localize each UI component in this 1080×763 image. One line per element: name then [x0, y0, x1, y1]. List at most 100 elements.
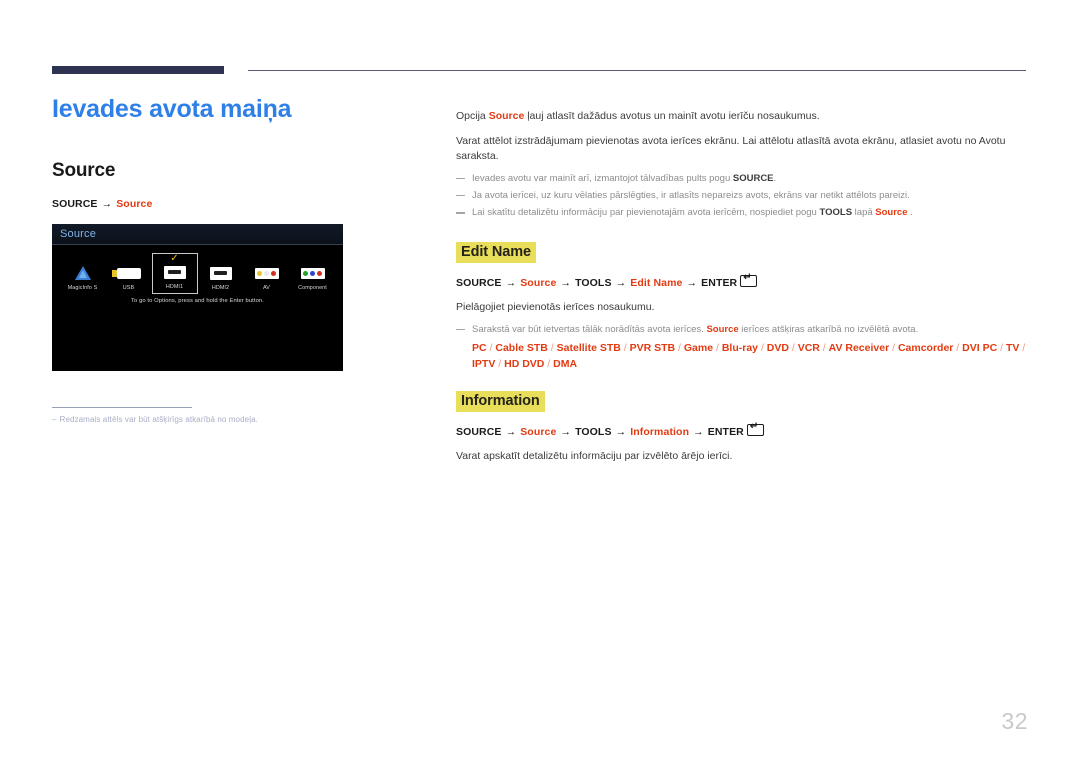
note-3-highlight: Source [875, 207, 908, 219]
breadcrumb: SOURCE → Source [52, 198, 424, 210]
device-separator: / [544, 358, 554, 371]
source-item-hdmi2[interactable]: HDMI2 [198, 254, 244, 294]
arrow-icon: → [686, 277, 698, 290]
intro-paragraph-2: Varat attēlot izstrādājumam pievienotas … [456, 135, 1006, 163]
tv-options-hint: To go to Options, press and hold the Ent… [131, 297, 264, 304]
device-type: Game [683, 341, 714, 354]
source-item-usb[interactable]: USB [106, 254, 152, 294]
information-description: Varat apskatīt detalizētu informāciju pa… [456, 450, 733, 463]
device-separator: / [758, 341, 767, 354]
edit-name-note: Sarakstā var būt ietvertas tālāk norādīt… [456, 323, 1030, 337]
path-step-information: Information [630, 426, 690, 439]
source-item-label: MagicInfo S [67, 284, 98, 291]
footnote-divider [52, 406, 192, 408]
hdmi-icon [153, 263, 197, 282]
note-1-text: Ievades avotu var mainīt arī, izmantojot… [472, 172, 733, 184]
source-item-hdmi1[interactable]: ✓ HDMI1 [151, 252, 198, 294]
intro-paragraph-1: Opcija Source ļauj atlasīt dažādus avotu… [456, 109, 1030, 124]
device-separator: / [495, 358, 505, 371]
device-type: Camcorder [897, 341, 954, 354]
device-separator: / [620, 341, 630, 354]
device-separator: / [997, 341, 1006, 354]
device-type-list: PC / Cable STB / Satellite STB / PVR STB… [456, 340, 1030, 373]
device-separator: / [819, 341, 829, 354]
arrow-icon: → [615, 426, 627, 439]
device-type: Blu-ray [721, 341, 759, 354]
breadcrumb-start: SOURCE [52, 197, 98, 210]
path-step-source-button: SOURCE [456, 426, 502, 439]
path-step-enter: ENTER [707, 426, 744, 439]
device-type: Satellite STB [556, 341, 621, 354]
path-step-source-menu: Source [520, 426, 557, 439]
page-title: Ievades avota maiņa [52, 95, 292, 123]
device-type: Cable STB [495, 341, 548, 354]
enter-key-icon [740, 273, 758, 288]
path-step-edit-name: Edit Name [630, 277, 683, 290]
device-separator: / [547, 341, 557, 354]
path-edit-name: SOURCE → Source → TOOLS → Edit Name → EN… [456, 273, 1030, 290]
enter-key-icon [746, 422, 764, 437]
path-step-tools: TOOLS [575, 277, 612, 290]
path-step-tools: TOOLS [575, 426, 612, 439]
device-type: IPTV [472, 358, 496, 371]
device-separator: / [675, 341, 684, 354]
source-item-av[interactable]: AV [244, 254, 290, 294]
heading-edit-name: Edit Name [456, 242, 537, 264]
device-type: PC [472, 341, 487, 354]
note-item-3: Lai skatītu detalizētu informāciju par p… [456, 206, 1030, 220]
source-item-label: AV [263, 284, 270, 291]
device-separator: / [889, 341, 898, 354]
source-item-label: HDMI1 [165, 283, 184, 290]
footnote: – Redzamais attēls var būt atšķirīgs atka… [52, 415, 424, 424]
note-3-suffix: . [907, 207, 913, 219]
checkmark-icon: ✓ [170, 252, 179, 264]
device-type: AV Receiver [828, 341, 890, 354]
rca-av-icon [244, 264, 290, 283]
edit-name-note-prefix: Sarakstā var būt ietvertas tālāk norādīt… [472, 323, 707, 335]
device-type: TV [1005, 341, 1020, 354]
source-check-slot [106, 256, 152, 264]
arrow-icon: → [560, 277, 572, 290]
tv-panel-title: Source [60, 227, 97, 240]
arrow-icon: → [101, 197, 113, 210]
page-number: 32 [1001, 708, 1028, 734]
arrow-icon: → [693, 426, 704, 439]
device-separator: / [953, 341, 963, 354]
source-item-label: Component [298, 284, 327, 291]
note-3-text: Lai skatītu detalizētu informāciju par p… [472, 207, 820, 219]
source-item-component[interactable]: Component [290, 254, 336, 294]
arrow-icon: → [505, 426, 517, 439]
source-list: MagicInfo S USB ✓ HDMI1 HDMI2 AV Compone… [52, 252, 343, 294]
device-separator: / [713, 341, 722, 354]
source-item-magicinfo[interactable]: MagicInfo S [60, 254, 106, 294]
device-type: DVD [766, 341, 789, 354]
section-heading-source: Source [52, 159, 116, 181]
note-item-1: Ievades avotu var mainīt arī, izmantojot… [456, 172, 1030, 186]
source-check-slot [198, 256, 244, 264]
tv-titlebar: Source [52, 223, 343, 245]
left-column: Ievades avota maiņa Source SOURCE → Sour… [52, 95, 424, 424]
path-step-source-button: SOURCE [456, 277, 502, 290]
note-3-mid: lapā [852, 207, 876, 219]
header-accent-bar [52, 66, 224, 74]
arrow-icon: → [505, 277, 517, 290]
right-column: Opcija Source ļauj atlasīt dažādus avotu… [456, 98, 1030, 472]
device-type: HD DVD [504, 358, 545, 371]
note-1-suffix: . [773, 172, 777, 184]
path-step-enter: ENTER [701, 277, 738, 290]
tv-source-screen-mock: Source MagicInfo S USB ✓ HDMI1 HDMI2 AV … [52, 223, 343, 371]
source-item-label: USB [122, 284, 135, 291]
source-check-slot [60, 256, 106, 264]
footnote-text: Redzamais attēls var būt atšķirīgs atkar… [59, 414, 258, 424]
source-check-slot [244, 256, 290, 264]
usb-icon [106, 264, 152, 283]
header-divider-line [248, 70, 1026, 71]
device-separator: / [1019, 341, 1026, 354]
note-item-2: Ja avota ierīcei, uz kuru vēlaties pārsl… [456, 189, 1030, 203]
note-1-bold: SOURCE [732, 172, 774, 184]
edit-name-note-suffix: ierīces atšķiras atkarībā no izvēlētā av… [738, 323, 919, 335]
note-2-text: Ja avota ierīcei, uz kuru vēlaties pārsl… [472, 189, 910, 201]
device-type: VCR [797, 341, 820, 354]
edit-name-description: Pielāgojiet pievienotās ierīces nosaukum… [456, 301, 655, 314]
hdmi-icon [198, 264, 244, 283]
